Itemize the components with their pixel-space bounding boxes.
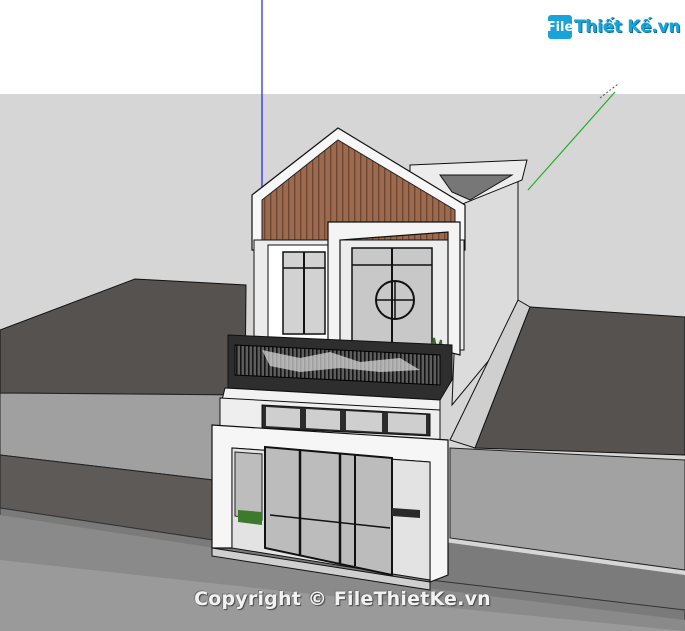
side-window [234,451,263,521]
site-logo: File Thiết Kế.vn [547,14,681,40]
model-scene[interactable] [0,0,685,631]
transom-pane-4 [388,413,426,434]
transom-pane-3 [346,411,382,432]
logo-text: Thiết Kế.vn [574,17,681,37]
copyright-watermark: Copyright © FileThietKe.vn [194,588,491,610]
sketchup-viewport[interactable]: File Thiết Kế.vn Copyright © FileThietKe… [0,0,685,631]
logo-icon: File [547,15,573,39]
transom-pane-2 [306,409,340,430]
transom-pane-1 [266,407,300,428]
